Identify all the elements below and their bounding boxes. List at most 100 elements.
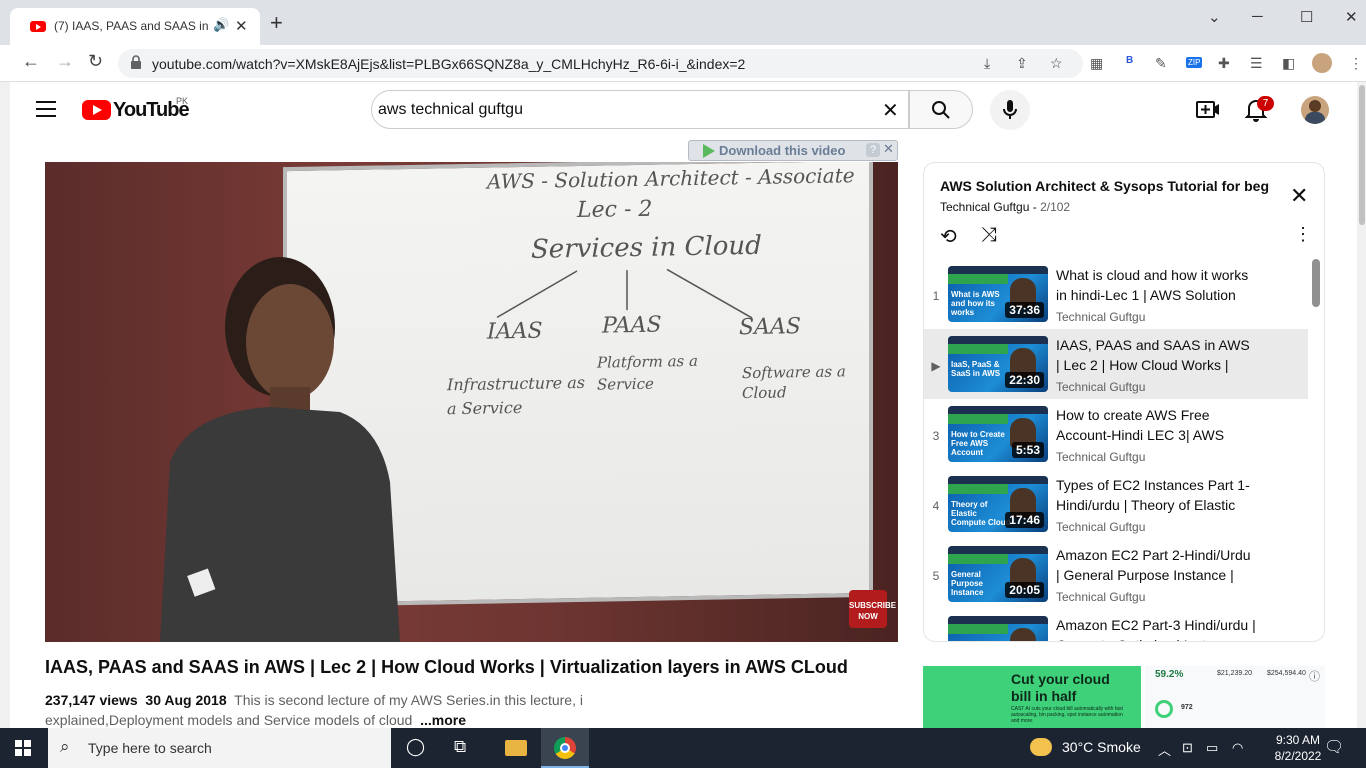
playlist-item-title[interactable]: IAAS, PAAS and SAAS in AWS | Lec 2 | How… (1056, 335, 1256, 375)
playlist-close-icon[interactable]: ✕ (1290, 183, 1308, 209)
playlist-more-icon[interactable]: ⋮ (1294, 224, 1312, 245)
cortana-icon[interactable]: ◯ (406, 737, 425, 757)
extension-grid-icon[interactable]: ▦ (1090, 55, 1103, 72)
show-more-link[interactable]: ...more (420, 712, 466, 728)
url-text[interactable]: youtube.com/watch?v=XMskE8AjEjs&list=PLB… (152, 56, 745, 72)
playlist-item-title[interactable]: Types of EC2 Instances Part 1-Hindi/urdu… (1056, 475, 1256, 515)
playlist-scrollbar-thumb[interactable] (1312, 259, 1320, 307)
playlist-item-thumbnail[interactable]: IaaS, PaaS & SaaS in AWS 22:30 (948, 336, 1048, 392)
playlist-item-channel[interactable]: Technical Guftgu (1056, 380, 1145, 394)
weather-text[interactable]: 30°C Smoke (1062, 739, 1141, 755)
create-video-icon[interactable] (1195, 97, 1221, 123)
ad-info-icon[interactable]: ⓘ (1309, 668, 1320, 684)
download-video-bar[interactable]: Download this video ? ✕ (688, 140, 898, 161)
share-icon[interactable]: ⇪ (1016, 55, 1028, 72)
avatar[interactable] (1301, 96, 1329, 124)
playlist-item-duration: 20:05 (1005, 582, 1044, 598)
playlist-item-thumbnail[interactable]: What is AWS and how its works 37:36 (948, 266, 1048, 322)
extensions-icon[interactable]: ✚ (1218, 55, 1230, 72)
maximize-icon[interactable]: ☐ (1300, 8, 1313, 26)
minimize-icon[interactable]: ─ (1252, 8, 1263, 25)
wifi-icon[interactable]: ◠ (1232, 740, 1243, 756)
playlist-item-title[interactable]: How to create AWS Free Account-Hindi LEC… (1056, 405, 1256, 445)
weather-icon[interactable] (1030, 738, 1052, 756)
taskbar-search-placeholder[interactable]: Type here to search (88, 740, 212, 756)
tray-network-device-icon[interactable]: ⊡ (1182, 740, 1193, 756)
back-icon[interactable]: ← (22, 51, 40, 72)
chrome-taskbar-icon[interactable] (541, 728, 589, 768)
search-button[interactable] (909, 90, 973, 129)
playlist-item-index: ▶ (931, 359, 941, 373)
tab-search-chevron-icon[interactable]: ⌄ (1208, 8, 1221, 26)
address-bar[interactable]: youtube.com/watch?v=XMskE8AjEjs&list=PLB… (118, 49, 1083, 78)
playlist-item-channel[interactable]: Technical Guftgu (1056, 310, 1145, 324)
playlist-item-thumbnail[interactable]: How to Create Free AWS Account 5:53 (948, 406, 1048, 462)
audio-playing-icon[interactable]: 🔊 (213, 17, 229, 33)
video-player[interactable]: AWS - Solution Architect - Associate Lec… (45, 162, 898, 642)
tray-chevron-icon[interactable]: ︿ (1158, 740, 1171, 759)
taskbar-clock[interactable]: 9:30 AM 8/2/2022 (1274, 732, 1322, 764)
extension-b-icon[interactable]: B (1126, 55, 1133, 66)
shuffle-playlist-icon[interactable]: ⤨ (981, 224, 997, 247)
playlist-item[interactable]: 4 Theory of Elastic Compute Cloud 17:46 Typ… (924, 469, 1308, 539)
profile-icon[interactable] (1312, 53, 1332, 73)
youtube-logo-icon[interactable] (82, 100, 111, 120)
playlist-item-title[interactable]: Amazon EC2 Part-3 Hindi/urdu | Compute O… (1056, 615, 1256, 641)
ad-banner[interactable]: Cut your cloud bill in half CAST AI cuts… (923, 666, 1141, 728)
page-scrollbar-thumb[interactable] (1359, 85, 1365, 225)
sidebar-ad[interactable]: Cut your cloud bill in half CAST AI cuts… (923, 666, 1325, 728)
playlist-item-thumbnail[interactable]: General Purpose Instance 20:05 (948, 546, 1048, 602)
board-paas-full: Platform as a Service (597, 351, 698, 394)
forward-icon[interactable]: → (56, 51, 74, 72)
search-input-value[interactable]: aws technical guftgu (378, 101, 523, 119)
hamburger-menu-icon[interactable] (36, 101, 56, 117)
clear-search-icon[interactable]: ✕ (882, 98, 899, 123)
download-video-label[interactable]: Download this video (719, 143, 845, 158)
playlist-item-thumbnail[interactable]: Compute Optimized (948, 616, 1048, 641)
playlist-item-title[interactable]: Amazon EC2 Part 2-Hindi/Urdu | General P… (1056, 545, 1256, 585)
playlist-title[interactable]: AWS Solution Architect & Sysops Tutorial… (940, 178, 1270, 194)
playlist-item-channel[interactable]: Technical Guftgu (1056, 590, 1145, 604)
file-explorer-icon[interactable] (493, 728, 541, 768)
side-panel-icon[interactable]: ◧ (1282, 55, 1295, 72)
board-saas: SAAS (739, 314, 801, 341)
extension-zip-icon[interactable]: ZIP (1186, 57, 1203, 68)
video-description[interactable]: 237,147 views 30 Aug 2018 This is second… (45, 690, 605, 730)
download-close-icon[interactable]: ✕ (883, 141, 894, 157)
taskbar-search[interactable]: ⌕ Type here to search (48, 728, 391, 768)
windows-start-icon[interactable] (15, 740, 31, 756)
playlist-item[interactable]: ▶ IaaS, PaaS & SaaS in AWS 22:30 IAAS, PAAS… (924, 329, 1308, 399)
extension-eyedropper-icon[interactable]: ✎ (1155, 55, 1167, 72)
playlist-item-channel[interactable]: Technical Guftgu (1056, 450, 1145, 464)
battery-icon[interactable]: ▭ (1206, 740, 1218, 756)
search-icon (932, 101, 950, 119)
action-center-icon[interactable]: 🗨 (1324, 737, 1344, 757)
board-lec: Lec - 2 (577, 196, 653, 224)
playlist-item[interactable]: 5 General Purpose Instance 20:05 Amazon EC2… (924, 539, 1308, 609)
bookmark-star-icon[interactable]: ☆ (1050, 55, 1063, 72)
tab-close-icon[interactable]: ✕ (235, 17, 248, 35)
playlist-item-title[interactable]: What is cloud and how it works in hindi-… (1056, 265, 1256, 305)
browser-tab-strip: (7) IAAS, PAAS and SAAS in AWS | Lec 2 |… (0, 0, 1366, 45)
menu-icon[interactable]: ⋮ (1349, 55, 1363, 72)
window-close-icon[interactable]: ✕ (1345, 8, 1358, 26)
install-icon[interactable]: ⤓ (984, 55, 990, 72)
search-input[interactable]: aws technical guftgu ✕ (371, 90, 909, 129)
playlist-item[interactable]: 1 What is AWS and how its works 37:36 What … (924, 259, 1308, 329)
loop-playlist-icon[interactable]: ⟲ (940, 224, 957, 249)
playlist-item[interactable]: 6Compute Optimized Amazon EC2 Part-3 Hind… (924, 609, 1308, 641)
playlist-channel[interactable]: Technical Guftgu (940, 200, 1029, 214)
reload-icon[interactable]: ↻ (88, 51, 103, 72)
subscribe-now-badge[interactable]: SUBSCRIBE NOW (849, 590, 896, 628)
ad-dashboard-image[interactable]: 59.2% $21,239.20 $254,594.40 972 (1145, 666, 1325, 728)
playlist-item[interactable]: 3 How to Create Free AWS Account 5:53 How t… (924, 399, 1308, 469)
voice-search-button[interactable] (990, 90, 1030, 130)
download-help-icon[interactable]: ? (866, 143, 880, 157)
lock-icon[interactable] (130, 55, 142, 69)
new-tab-icon[interactable]: + (270, 12, 283, 34)
playlist-item-channel[interactable]: Technical Guftgu (1056, 520, 1145, 534)
browser-tab[interactable]: (7) IAAS, PAAS and SAAS in AWS | Lec 2 |… (10, 8, 260, 45)
playlist-item-thumbnail[interactable]: Theory of Elastic Compute Cloud 17:46 (948, 476, 1048, 532)
task-view-icon[interactable]: ⧉ (454, 737, 466, 757)
media-controls-icon[interactable]: ☰ (1250, 55, 1263, 72)
